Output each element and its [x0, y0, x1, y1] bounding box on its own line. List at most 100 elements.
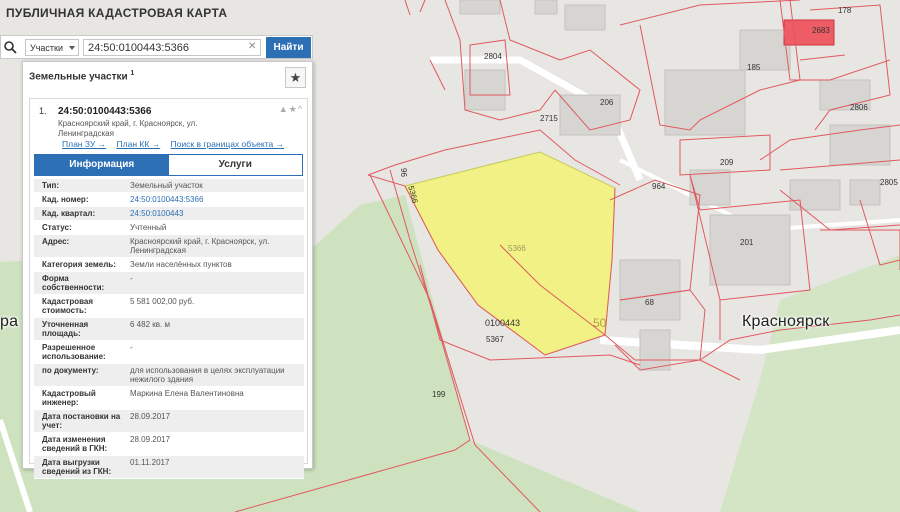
info-table: Тип: Земельный участок Кад. номер: 24:50:01…	[34, 179, 304, 479]
info-key: Кадастровый инженер:	[42, 389, 96, 407]
results-panel: Земельные участки 1 ★ 1. 24:50:0100443:5…	[22, 61, 313, 479]
search-input[interactable]: 24:50:0100443:5366	[83, 39, 261, 56]
info-value: 01.11.2017	[130, 458, 170, 467]
info-key: Категория земель:	[42, 260, 116, 269]
building	[464, 69, 506, 111]
info-key: Адрес:	[42, 237, 70, 246]
parcel-label: 2804	[484, 52, 502, 61]
info-key: Разрешенное использование:	[42, 343, 106, 361]
find-button[interactable]: Найти	[266, 37, 311, 58]
info-row: Форма собственности: -	[34, 272, 304, 295]
card-tabs: Информация Услуги	[34, 154, 303, 176]
search-type-label: Участки	[30, 43, 63, 53]
parcel-label: 96	[398, 168, 408, 177]
star-icon: ★	[289, 70, 302, 85]
building	[664, 69, 746, 136]
info-value: 6 482 кв. м	[130, 320, 170, 329]
info-key: Кадастровая стоимость:	[42, 297, 94, 315]
info-value[interactable]: 24:50:0100443:5366	[126, 193, 304, 206]
building	[849, 179, 881, 206]
building	[564, 4, 606, 31]
building	[619, 259, 681, 321]
parcel-label: 209	[720, 158, 734, 167]
link-plan-kk[interactable]: План КК →	[117, 139, 161, 149]
info-value: Красноярский край, г. Красноярск, ул. Ле…	[130, 237, 270, 255]
info-value: 28.09.2017	[130, 435, 171, 444]
info-row: Уточненная площадь: 6 482 кв. м	[34, 318, 304, 341]
info-value: -	[130, 274, 133, 283]
building	[709, 214, 791, 286]
building	[829, 124, 891, 166]
card-address: Красноярский край, г. Красноярск, ул. Ле…	[58, 119, 198, 138]
parcel-label: 199	[432, 390, 446, 399]
card-number: 1.	[39, 106, 47, 116]
info-value: Земли населённых пунктов	[130, 260, 232, 269]
building	[789, 179, 841, 211]
parcel-label: 2715	[540, 114, 558, 123]
clear-icon[interactable]: ✕	[248, 41, 256, 52]
info-key: Статус:	[42, 223, 72, 232]
panel-header-label: Земельные участки	[29, 71, 128, 83]
district-label: 50	[593, 316, 607, 330]
app-title: ПУБЛИЧНАЯ КАДАСТРОВАЯ КАРТА	[6, 6, 228, 20]
info-value: Учтенный	[130, 223, 167, 232]
building	[639, 329, 671, 371]
info-key: Кад. квартал:	[42, 209, 96, 218]
card-tools-icons[interactable]: ▲★^	[279, 104, 303, 115]
info-row: по документу: для использования в целях э…	[34, 364, 304, 387]
info-row: Кад. квартал: 24:50:0100443	[34, 207, 304, 221]
parcel-label: 2806	[850, 103, 868, 112]
info-row: Дата изменения сведений в ГКН: 28.09.2017	[34, 433, 304, 456]
info-key: Уточненная площадь:	[42, 320, 89, 338]
chevron-down-icon	[69, 46, 75, 50]
link-plan-zu[interactable]: План ЗУ →	[62, 139, 106, 149]
parcel-label: 964	[652, 182, 666, 191]
info-key: Дата постановки на учет:	[42, 412, 121, 430]
card-links: План ЗУ → План КК → Поиск в границах объ…	[62, 139, 292, 149]
info-row: Статус: Учтенный	[34, 221, 304, 235]
parcel-label: 2805	[880, 178, 898, 187]
parcel-label: 5366	[508, 244, 526, 253]
parcel-label: 178	[838, 6, 852, 15]
info-row: Категория земель: Земли населённых пункто…	[34, 258, 304, 272]
info-value: -	[130, 343, 133, 352]
info-key: Тип:	[42, 181, 59, 190]
search-icon[interactable]	[3, 40, 17, 54]
card-title[interactable]: 24:50:0100443:5366	[58, 106, 151, 117]
info-key: Кад. номер:	[42, 195, 89, 204]
parcel-label: 201	[740, 238, 754, 247]
parcel-card: 1. 24:50:0100443:5366 ▲★^ Красноярский к…	[29, 98, 308, 479]
tab-information[interactable]: Информация	[35, 155, 169, 175]
parcel-label: 185	[747, 63, 761, 72]
info-row: Дата выгрузки сведений из ГКН: 01.11.2017	[34, 456, 304, 479]
info-key: по документу:	[42, 366, 99, 375]
info-value: 5 581 002,00 руб.	[130, 297, 195, 306]
info-row: Разрешенное использование: -	[34, 341, 304, 364]
info-value: Маркина Елена Валентиновна	[130, 389, 244, 398]
panel-header: Земельные участки 1	[29, 70, 134, 82]
parcel-label: 68	[645, 298, 654, 307]
building	[534, 0, 558, 15]
quarter-label: 0100443	[485, 318, 521, 328]
parcel-label: 5367	[486, 335, 504, 344]
info-row: Кадастровая стоимость: 5 581 002,00 руб.	[34, 295, 304, 318]
info-row: Кад. номер: 24:50:0100443:5366	[34, 193, 304, 207]
link-search-in-bounds[interactable]: Поиск в границах объекта →	[171, 139, 285, 149]
building	[459, 0, 501, 15]
info-key: Форма собственности:	[42, 274, 105, 292]
info-value: 28.09.2017	[130, 412, 171, 421]
city-label: Красноярск	[742, 313, 830, 330]
parcel-label: 2683	[812, 26, 830, 35]
info-value[interactable]: 24:50:0100443	[126, 207, 304, 220]
tab-services[interactable]: Услуги	[168, 155, 302, 175]
info-value: Земельный участок	[130, 181, 203, 190]
search-type-select[interactable]: Участки	[25, 39, 79, 56]
info-key: Дата изменения сведений в ГКН:	[42, 435, 108, 453]
info-row: Адрес: Красноярский край, г. Красноярск, …	[34, 235, 304, 258]
info-value: для использования в целях эксплуатации н…	[130, 366, 285, 384]
info-row: Кадастровый инженер: Маркина Елена Валент…	[34, 387, 304, 410]
parcel-label: 206	[600, 98, 614, 107]
favorite-button[interactable]: ★	[285, 67, 306, 88]
city-label-partial: ра	[0, 313, 19, 330]
result-count: 1	[130, 70, 135, 77]
